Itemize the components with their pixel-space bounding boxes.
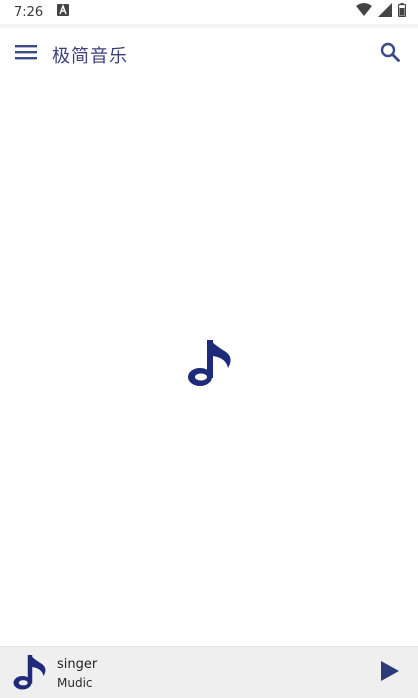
search-icon [380,42,400,66]
music-note-icon [186,338,234,390]
status-left: 7:26 [14,4,70,20]
mini-player[interactable]: singer Mudic [0,646,418,698]
status-right [356,3,407,21]
page-title: 极简音乐 [52,46,128,67]
menu-icon [15,44,37,64]
play-button[interactable] [376,659,404,687]
status-bar: 7:26 [0,0,418,24]
battery-icon [397,3,407,21]
app-bar: 极简音乐 [0,28,418,80]
status-time: 7:26 [14,4,44,20]
notification-a-icon [57,4,70,20]
track-subtitle: Mudic [57,676,93,690]
signal-icon [378,3,392,21]
play-icon [381,661,399,685]
music-note-icon [12,653,48,693]
wifi-icon [356,3,372,21]
track-title: singer [57,657,98,672]
menu-button[interactable] [10,38,42,70]
search-button[interactable] [374,38,406,70]
